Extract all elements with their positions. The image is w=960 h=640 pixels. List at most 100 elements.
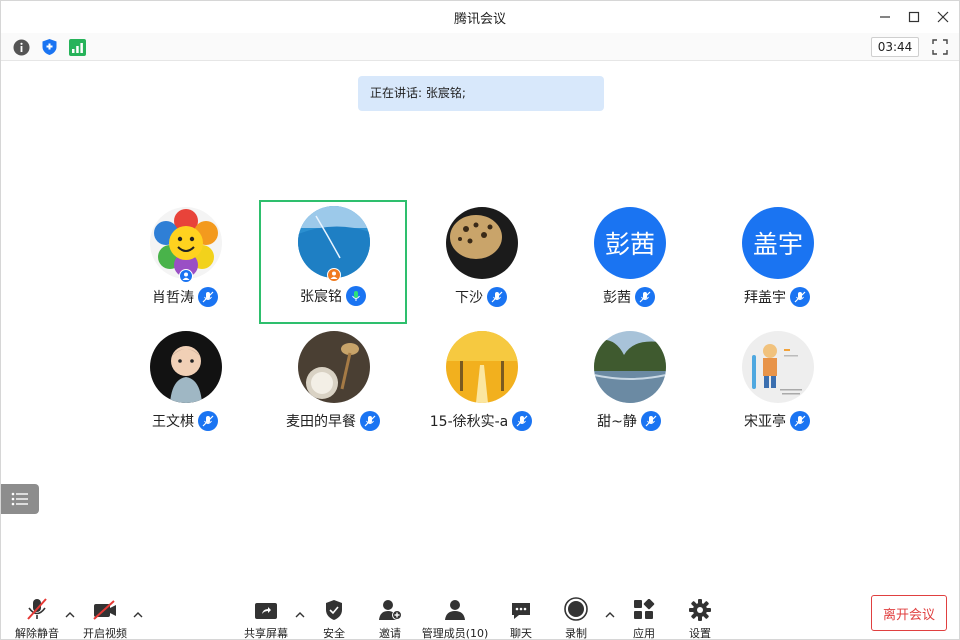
record-button[interactable]: 录制 <box>556 597 596 640</box>
participant-name-row: 拜盖宇 <box>703 287 851 307</box>
record-icon <box>564 597 588 621</box>
info-button[interactable] <box>12 38 30 56</box>
cartoon-avatar-icon <box>742 331 814 403</box>
add-user-icon <box>379 600 402 620</box>
ginkgo-avatar-icon <box>446 331 518 403</box>
mic-muted-icon <box>487 287 507 307</box>
shield-icon <box>42 39 56 55</box>
security-shield-button[interactable] <box>40 38 58 56</box>
gear-icon <box>689 599 711 621</box>
meeting-toolbar: 解除静音 开启视频 共享屏幕 安全 邀请 管理成员(10) 聊天 录制 应用 设… <box>1 589 959 640</box>
participant-name: 下沙 <box>455 290 483 306</box>
apps-button[interactable]: 应用 <box>624 597 664 640</box>
avatar <box>742 331 814 403</box>
avatar <box>594 331 666 403</box>
security-shield-icon <box>326 600 342 620</box>
apps-label: 应用 <box>633 627 655 640</box>
participant-tile[interactable]: 宋亚亭 <box>703 325 851 449</box>
person-icon <box>182 272 190 280</box>
participant-name: 甜~静 <box>597 414 637 430</box>
settings-button[interactable]: 设置 <box>680 597 720 640</box>
avatar: 彭茜 <box>594 207 666 279</box>
network-status-button[interactable] <box>68 38 86 56</box>
chat-label: 聊天 <box>510 627 532 640</box>
participant-name-row: 甜~静 <box>555 411 703 431</box>
mic-muted-icon <box>198 287 218 307</box>
window-title: 腾讯会议 <box>453 12 506 27</box>
fullscreen-icon <box>932 39 948 55</box>
participant-name: 麦田的早餐 <box>286 414 356 430</box>
security-label: 安全 <box>323 627 345 640</box>
meeting-timer: 03:44 <box>871 37 919 57</box>
chevron-up-icon[interactable] <box>65 611 75 619</box>
mic-off-icon <box>27 598 47 620</box>
manage-members-button[interactable]: 管理成员(10) <box>420 597 490 640</box>
participant-name: 彭茜 <box>603 290 631 306</box>
avatar <box>446 207 518 279</box>
apps-icon <box>634 599 655 619</box>
chevron-up-icon[interactable] <box>133 611 143 619</box>
mic-muted-icon <box>635 287 655 307</box>
mic-muted-icon <box>790 411 810 431</box>
fullscreen-button[interactable] <box>931 38 949 56</box>
speaking-indicator: 正在讲话: 张宸铭; <box>358 76 604 111</box>
share-screen-button[interactable]: 共享屏幕 <box>242 597 290 640</box>
lake-avatar-icon <box>594 331 666 403</box>
close-icon <box>937 11 949 23</box>
person-icon <box>330 271 338 279</box>
maximize-button[interactable] <box>902 5 926 29</box>
status-bar: 03:44 <box>1 33 959 61</box>
participant-list-toggle[interactable] <box>1 484 39 514</box>
share-screen-label: 共享屏幕 <box>244 627 288 640</box>
leave-meeting-button[interactable]: 离开会议 <box>871 595 947 631</box>
participant-tile[interactable]: 彭茜 彭茜 <box>555 201 703 325</box>
unmute-button[interactable]: 解除静音 <box>13 597 61 640</box>
avatar <box>446 331 518 403</box>
cohost-badge <box>327 268 341 282</box>
participant-tile[interactable]: 甜~静 <box>555 325 703 449</box>
breakfast-avatar-icon <box>298 331 370 403</box>
record-label: 录制 <box>565 627 587 640</box>
participant-tile[interactable]: 肖哲涛 <box>111 201 259 325</box>
share-screen-icon <box>255 603 277 619</box>
participant-tile[interactable]: 盖宇 拜盖宇 <box>703 201 851 325</box>
participant-name-row: 肖哲涛 <box>111 287 259 307</box>
mic-muted-icon <box>360 411 380 431</box>
participant-name: 15-徐秋实-a <box>429 414 509 430</box>
manage-members-label: 管理成员(10) <box>421 627 489 640</box>
mic-muted-icon <box>512 411 533 431</box>
start-video-button[interactable]: 开启视频 <box>81 597 129 640</box>
start-video-label: 开启视频 <box>83 627 127 640</box>
participant-tile[interactable]: 下沙 <box>407 201 555 325</box>
participant-tile-active-speaker[interactable]: 张宸铭 <box>259 200 407 324</box>
title-bar: 腾讯会议 <box>1 1 959 33</box>
host-badge <box>179 269 193 283</box>
invite-button[interactable]: 邀请 <box>370 597 410 640</box>
participant-tile[interactable]: 15-徐秋实-a <box>407 325 555 449</box>
settings-label: 设置 <box>689 627 711 640</box>
close-button[interactable] <box>931 5 955 29</box>
chevron-up-icon[interactable] <box>295 611 305 619</box>
minimize-icon <box>880 16 890 18</box>
participant-name-row: 麦田的早餐 <box>259 411 407 431</box>
chat-button[interactable]: 聊天 <box>501 597 541 640</box>
info-icon <box>13 39 29 55</box>
child-avatar-icon <box>150 331 222 403</box>
invite-label: 邀请 <box>379 627 401 640</box>
participant-name-row: 张宸铭 <box>261 286 405 306</box>
avatar <box>150 331 222 403</box>
meeting-window: 腾讯会议 03:44 正在讲话: 张宸铭; 肖哲涛 张宸铭 下沙 彭茜 彭茜 盖… <box>0 0 960 640</box>
participant-name: 拜盖宇 <box>744 290 786 306</box>
security-button[interactable]: 安全 <box>314 597 354 640</box>
participant-tile[interactable]: 麦田的早餐 <box>259 325 407 449</box>
participant-tile[interactable]: 王文棋 <box>111 325 259 449</box>
chevron-up-icon[interactable] <box>605 611 615 619</box>
participant-name: 王文棋 <box>152 414 194 430</box>
avatar <box>298 331 370 403</box>
participant-name: 张宸铭 <box>300 289 342 305</box>
participant-name: 肖哲涛 <box>152 290 194 306</box>
minimize-button[interactable] <box>873 5 897 29</box>
signal-bars-icon <box>68 38 86 56</box>
mic-speaking-icon <box>346 286 366 306</box>
mic-muted-icon <box>790 287 810 307</box>
